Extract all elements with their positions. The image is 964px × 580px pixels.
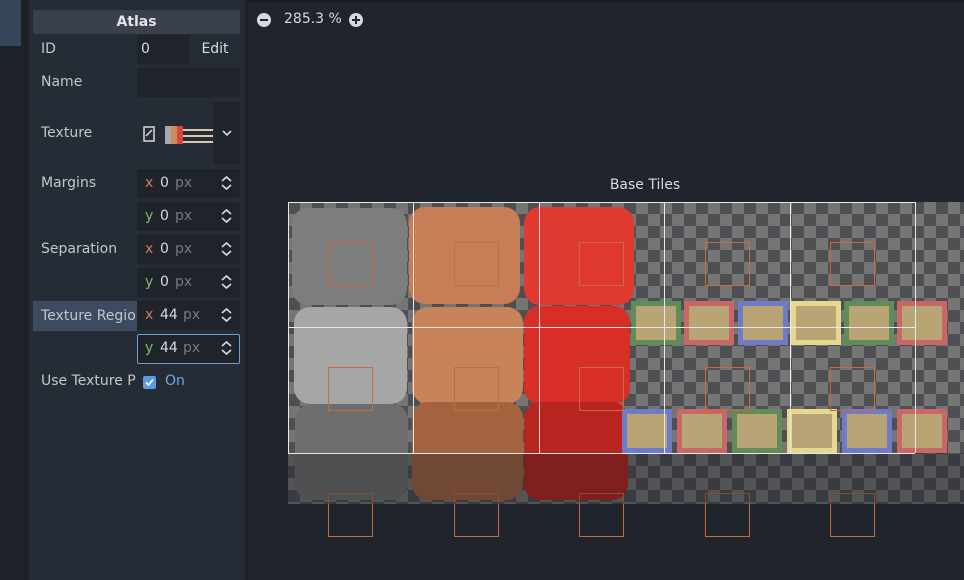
tile-slot-green [844,301,894,345]
unit-label: px [175,241,193,257]
margins-y-value: 0 [160,208,169,224]
checkbox-on-label: On [165,373,185,389]
zoom-level-label[interactable]: 285.3 % [284,11,342,27]
tile-slot-green [631,301,681,345]
separation-x-field[interactable]: x 0 px [137,235,240,264]
unit-label: px [175,175,193,191]
checkbox-checked-icon[interactable] [143,376,156,389]
texture-region-y-value: 44 [160,340,178,356]
x-axis-label: x [145,241,154,257]
y-axis-label: y [145,274,154,290]
x-axis-label: x [145,307,154,323]
grid-line [288,202,289,453]
texture-region-x-value: 44 [160,307,178,323]
margins-x-value: 0 [160,175,169,191]
y-axis-label: y [145,208,154,224]
separation-label: Separation [41,241,118,257]
tile-marker [454,367,499,411]
unit-label: px [183,340,201,356]
tile-marker [579,242,624,286]
spinner-icon[interactable] [221,307,232,323]
tile-marker [454,242,499,286]
grid-line [288,327,915,328]
zoom-out-icon[interactable] [257,13,271,27]
id-label: ID [41,41,56,57]
tile-marker [705,367,750,411]
spinner-icon[interactable] [221,241,232,257]
tile-slot-red [677,409,727,453]
edit-button[interactable]: Edit [190,35,240,64]
tile-slot-green [732,409,782,453]
spinner-icon[interactable] [221,208,232,224]
grid-line [790,202,791,453]
grid-line [915,202,916,453]
name-label: Name [41,74,83,90]
separation-y-field[interactable]: y 0 px [137,268,240,297]
unit-label: px [175,208,193,224]
zoom-in-icon[interactable] [349,13,363,27]
texture-label: Texture [41,125,93,141]
grid-line [413,202,414,453]
texture-dropdown[interactable] [214,102,240,164]
margins-label: Margins [41,175,97,191]
texture-region-x-field[interactable]: x 44 px [137,301,240,330]
texture-region-y-field[interactable]: y 44 px [137,334,240,364]
tile-slot-yellow [787,409,837,453]
grid-line [664,202,665,453]
use-texture-padding-label: Use Texture P [41,373,136,389]
left-dock-strip [0,0,26,580]
tile-marker [830,367,875,411]
tile-marker [328,367,373,411]
tile-marker [830,242,875,286]
tile-slot-yellow [791,301,841,345]
tile-slot-red [897,409,947,453]
y-axis-label: y [145,340,154,356]
texture-preview-icon [143,126,213,144]
tile-marker [328,242,373,286]
tile-slot-red [897,301,947,345]
edit-button-label: Edit [201,41,229,57]
dock-tab[interactable] [0,0,21,46]
grid-line [288,453,915,454]
grid-line [539,202,540,453]
id-field[interactable]: 0 [137,35,189,64]
unit-label: px [183,307,201,323]
atlas-section-header[interactable]: Atlas [33,10,240,34]
tile-slot-blue [842,409,892,453]
tile-slot-red [684,301,734,345]
grid-line [288,202,915,203]
unit-label: px [175,274,193,290]
texture-region-label: Texture Regio [33,301,137,331]
atlas-title: Base Tiles [609,177,681,193]
tile-marker [579,367,624,411]
separation-y-value: 0 [160,274,169,290]
separation-x-value: 0 [160,241,169,257]
tile-slot-blue [738,301,788,345]
spinner-icon[interactable] [221,175,232,191]
tile-marker [705,242,750,286]
out-of-bounds-overlay [288,453,964,504]
spinner-icon[interactable] [221,274,232,290]
id-value: 0 [141,41,150,57]
name-input[interactable] [137,68,240,97]
spinner-icon[interactable] [221,340,232,356]
margins-x-field[interactable]: x 0 px [137,169,240,198]
chevron-down-icon [222,130,232,137]
margins-y-field[interactable]: y 0 px [137,202,240,231]
x-axis-label: x [145,175,154,191]
